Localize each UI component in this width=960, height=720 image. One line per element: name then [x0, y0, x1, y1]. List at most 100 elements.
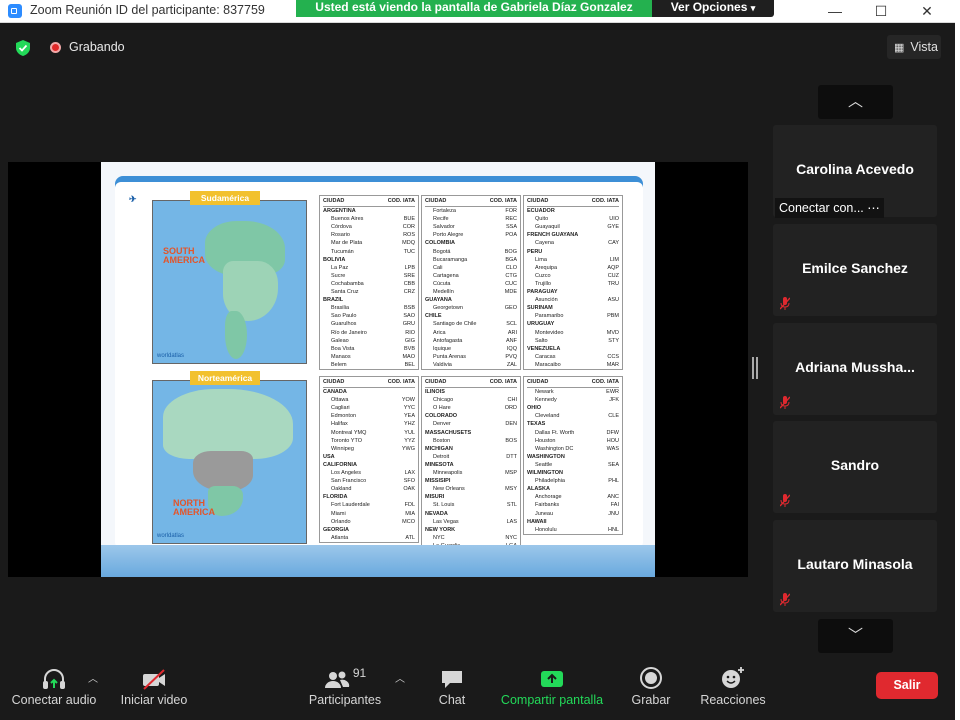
table-row: Santiago de Chile SCL: [425, 320, 517, 328]
participant-tile[interactable]: Sandro: [773, 421, 937, 513]
table-country-row: ALASKA: [527, 485, 619, 493]
table-row: Boa Vista BVB: [323, 345, 415, 353]
table-cell-code: TUC: [403, 248, 415, 255]
map-tag-south-america: Sudamérica: [190, 191, 260, 205]
participant-tile[interactable]: Carolina Acevedo Conectar con... ⋯: [773, 125, 937, 218]
iata-table-4: CIUDAD COD. IATA CANADA Ottawa YOW Cagliari YY…: [319, 376, 419, 543]
table-cell-code: YYC: [403, 405, 415, 412]
reactions-button[interactable]: Reacciones: [698, 664, 768, 714]
chevron-down-icon[interactable]: ﹀: [818, 619, 893, 653]
table-row: La Paz LPB: [323, 264, 415, 272]
table-cell-city: Manaos: [331, 353, 351, 360]
table-country-row: VENEZUELA: [527, 345, 619, 353]
participant-tile[interactable]: Emilce Sanchez: [773, 224, 937, 316]
table-cell-city: Halifax: [331, 421, 348, 428]
table-cell-code: BEL: [404, 361, 415, 368]
iata-table-1: CIUDAD COD. IATA ARGENTINA Buenos Aires BUE C…: [319, 195, 419, 370]
table-cell-code: PHL: [608, 478, 619, 485]
table-cell-city: Dallas Ft. Worth: [535, 429, 575, 436]
table-cell-city: Buenos Aires: [331, 216, 364, 223]
shared-screen[interactable]: ✈ Sudamérica SOUTH AMERICA worldatlas Nor…: [8, 162, 748, 577]
table-row: Tucumán TUC: [323, 248, 415, 256]
participant-tile[interactable]: Adriana Mussha...: [773, 323, 937, 415]
table-row: Manaos MAO: [323, 353, 415, 361]
table-cell-city: Recife: [433, 216, 449, 223]
security-shield-icon[interactable]: [16, 40, 30, 56]
table-cell-city: Guarulhos: [331, 321, 357, 328]
participant-name: Emilce Sanchez: [802, 260, 908, 276]
table-cell-code: CRZ: [403, 289, 415, 296]
record-label: Grabar: [631, 693, 671, 707]
chevron-down-icon: ▾: [750, 3, 756, 13]
table-cell-city: Santa Cruz: [331, 289, 359, 296]
chat-button[interactable]: Chat: [430, 664, 474, 714]
table-cell-city: Cagliari: [331, 405, 350, 412]
participants-button[interactable]: 91 Participantes: [304, 664, 386, 714]
table-cell-city: Brasilia: [331, 305, 350, 312]
table-row: Halifax YHZ: [323, 420, 415, 428]
chevron-up-icon[interactable]: ︿: [818, 85, 893, 119]
table-row: Houston HOU: [527, 437, 619, 445]
table-cell-code: POA: [505, 232, 517, 239]
table-cell-city: Sao Paulo: [331, 313, 357, 320]
table-cell-city: Trujillo: [535, 280, 551, 287]
start-video-label: Iniciar video: [120, 693, 188, 707]
table-row: Anchorage ANC: [527, 493, 619, 501]
table-row: Seattle SEA: [527, 461, 619, 469]
table-cell-city: Cali: [433, 264, 443, 271]
close-button[interactable]: ✕: [904, 0, 950, 22]
iata-logo-icon: ✈: [129, 194, 137, 204]
header-city: CIUDAD: [323, 198, 345, 204]
start-video-button[interactable]: Iniciar video: [112, 664, 196, 714]
view-options-button[interactable]: Ver Opciones ▾: [652, 0, 774, 17]
table-cell-city: BOLIVIA: [323, 256, 346, 263]
table-cell-city: Fortaleza: [433, 208, 456, 215]
table-row: Valdivia ZAL: [425, 361, 517, 369]
table-cell-code: CUZ: [607, 272, 619, 279]
table-cell-city: Paramaribo: [535, 313, 564, 320]
leave-button[interactable]: Salir: [876, 672, 938, 699]
table-row: Winnipeg YWG: [323, 445, 415, 453]
table-cell-city: O Hare: [433, 405, 451, 412]
table-header: CIUDAD COD. IATA: [425, 196, 517, 208]
table-country-row: CANADA: [323, 388, 415, 396]
window-title-bar: Zoom Reunión ID del participante: 837759…: [0, 0, 960, 23]
table-row: Sao Paulo SAO: [323, 312, 415, 320]
table-country-row: NEW YORK: [425, 526, 517, 534]
audio-options-caret-icon[interactable]: ︿: [88, 670, 98, 685]
record-button[interactable]: Grabar: [626, 664, 676, 714]
participants-options-caret-icon[interactable]: ︿: [395, 670, 405, 685]
video-off-icon: [143, 669, 165, 690]
table-cell-city: GUAYANA: [425, 297, 452, 304]
table-cell-city: La Paz: [331, 264, 349, 271]
table-row: Galeao GIG: [323, 337, 415, 345]
table-row: Mar de Plata MDQ: [323, 239, 415, 247]
table-cell-city: Maracaibo: [535, 361, 561, 368]
table-row: Lima LIM: [527, 256, 619, 264]
table-cell-code: DFW: [606, 429, 619, 436]
table-row: Ottawa YOW: [323, 396, 415, 404]
panel-resize-handle[interactable]: [752, 357, 758, 379]
iata-table-3: CIUDAD COD. IATA ECUADOR Quito UIO Guayaquil G…: [523, 195, 623, 370]
table-row: Punta Arenas PVQ: [425, 353, 517, 361]
share-screen-button[interactable]: Compartir pantalla: [496, 664, 608, 714]
view-button[interactable]: ▦ Vista: [887, 35, 941, 59]
table-row: Medellín MDE: [425, 288, 517, 296]
table-country-row: MICHIGAN: [425, 445, 517, 453]
table-cell-city: MINESOTA: [425, 461, 454, 468]
table-cell-city: Lima: [535, 256, 547, 263]
table-cell-code: MSY: [505, 486, 517, 493]
table-row: Orlando MCO: [323, 518, 415, 526]
map-tag-north-america: Norteamérica: [190, 371, 260, 385]
participant-tile[interactable]: Lautaro Minasola: [773, 520, 937, 612]
table-row: Rosario ROS: [323, 231, 415, 239]
table-country-row: MINESOTA: [425, 461, 517, 469]
table-cell-city: Cúcuta: [433, 280, 451, 287]
minimize-button[interactable]: —: [812, 0, 858, 22]
table-cell-city: Georgetown: [433, 305, 463, 312]
table-cell-city: Cochabamba: [331, 280, 364, 287]
table-cell-code: IQQ: [506, 345, 517, 352]
table-cell-code: MSP: [505, 470, 517, 477]
connect-audio-button[interactable]: Conectar audio: [8, 664, 100, 714]
maximize-button[interactable]: ☐: [858, 0, 904, 22]
